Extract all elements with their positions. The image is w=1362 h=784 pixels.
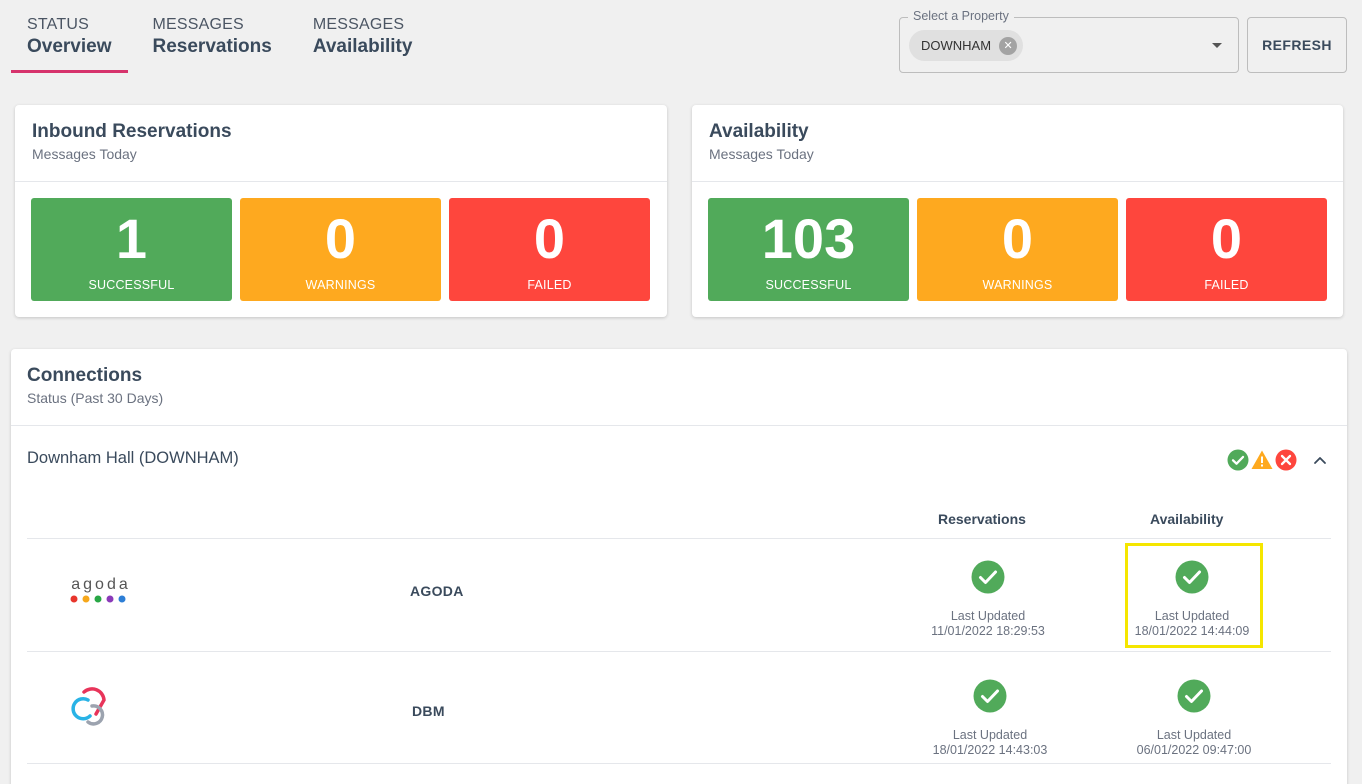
- stat-row: 1 SUCCESSFUL 0 WARNINGS 0 FAILED: [31, 198, 650, 301]
- property-select-label: Select a Property: [908, 9, 1014, 23]
- tab-messages-reservations[interactable]: MESSAGES Reservations: [137, 0, 288, 73]
- stat-value: 0: [324, 207, 357, 270]
- card-header: Availability Messages Today: [692, 105, 1343, 182]
- last-updated-time: 06/01/2022 09:47:00: [1136, 743, 1252, 757]
- stat-label: SUCCESSFUL: [88, 278, 175, 292]
- stat-successful[interactable]: 103 SUCCESSFUL: [708, 198, 909, 301]
- channel-name: DBM: [412, 703, 445, 719]
- last-updated: Last Updated 06/01/2022 09:47:00: [1114, 728, 1274, 758]
- card-title: Availability: [709, 121, 809, 142]
- last-updated: Last Updated 11/01/2022 18:29:53: [908, 609, 1068, 639]
- last-updated-label: Last Updated: [1156, 728, 1232, 742]
- stat-failed[interactable]: 0 FAILED: [1126, 198, 1327, 301]
- success-icon: [1227, 449, 1249, 471]
- tab-status-overview[interactable]: STATUS Overview: [11, 0, 128, 73]
- stat-row: 103 SUCCESSFUL 0 WARNINGS 0 FAILED: [708, 198, 1327, 301]
- row-divider: [27, 651, 1331, 652]
- agoda-dots-icon: [70, 595, 126, 603]
- last-updated: Last Updated 18/01/2022 14:43:03: [910, 728, 1070, 758]
- stat-label: FAILED: [1204, 278, 1249, 292]
- row-divider: [27, 538, 1331, 539]
- stat-value: 0: [1210, 207, 1243, 270]
- last-updated-label: Last Updated: [952, 728, 1028, 742]
- reservations-summary-card: Inbound Reservations Messages Today 1 SU…: [15, 105, 667, 317]
- reservations-success-icon: [973, 679, 1007, 713]
- availability-summary-card: Availability Messages Today 103 SUCCESSF…: [692, 105, 1343, 317]
- stat-value: 0: [1001, 207, 1034, 270]
- stat-label: WARNINGS: [305, 278, 376, 292]
- status-summary: [1227, 449, 1331, 471]
- tab-label: Availability: [312, 36, 413, 57]
- property-select[interactable]: Select a Property DOWNHAM ✕: [899, 9, 1239, 73]
- property-name: Downham Hall (DOWNHAM): [27, 449, 239, 467]
- error-icon: [1275, 449, 1297, 471]
- tab-messages-availability[interactable]: MESSAGES Availability: [297, 0, 429, 73]
- property-chip-label: DOWNHAM: [921, 38, 992, 53]
- card-subtitle: Status (Past 30 Days): [27, 390, 164, 406]
- stat-label: WARNINGS: [982, 278, 1053, 292]
- tab-label: Reservations: [152, 36, 272, 57]
- card-subtitle: Messages Today: [32, 146, 137, 162]
- stat-warnings[interactable]: 0 WARNINGS: [917, 198, 1118, 301]
- card-header: Inbound Reservations Messages Today: [15, 105, 667, 182]
- column-header-availability: Availability: [1150, 511, 1224, 527]
- last-updated-label: Last Updated: [950, 609, 1026, 623]
- tab-bar: STATUS Overview MESSAGES Reservations ME…: [11, 0, 428, 73]
- dropdown-arrow-icon[interactable]: [1212, 43, 1222, 48]
- card-title: Connections: [27, 365, 143, 386]
- stat-label: FAILED: [527, 278, 572, 292]
- stat-label: SUCCESSFUL: [765, 278, 852, 292]
- tab-label: Overview: [27, 36, 112, 57]
- agoda-logo: agoda: [70, 577, 132, 603]
- refresh-button[interactable]: REFRESH: [1247, 17, 1347, 73]
- warning-icon: [1251, 450, 1273, 469]
- highlight-box: [1125, 543, 1263, 648]
- agoda-logo-text: agoda: [71, 576, 131, 593]
- stat-failed[interactable]: 0 FAILED: [449, 198, 650, 301]
- row-divider: [27, 763, 1331, 764]
- stat-value: 1: [115, 207, 148, 270]
- dbm-logo: [71, 687, 106, 726]
- last-updated-time: 11/01/2022 18:29:53: [931, 624, 1045, 638]
- card-subtitle: Messages Today: [709, 146, 814, 162]
- reservations-success-icon: [971, 560, 1005, 594]
- tab-category: MESSAGES: [312, 16, 405, 33]
- tab-category: STATUS: [27, 16, 89, 33]
- property-accordion-header[interactable]: Downham Hall (DOWNHAM): [27, 449, 1331, 473]
- connections-card: Connections Status (Past 30 Days) Downha…: [11, 349, 1347, 784]
- stat-value: 0: [533, 207, 566, 270]
- card-title: Inbound Reservations: [32, 121, 232, 142]
- stat-value: 103: [761, 207, 856, 270]
- chevron-up-icon[interactable]: [1309, 449, 1331, 471]
- stat-successful[interactable]: 1 SUCCESSFUL: [31, 198, 232, 301]
- property-chip: DOWNHAM ✕: [909, 30, 1024, 61]
- availability-success-icon: [1177, 679, 1211, 713]
- column-header-reservations: Reservations: [938, 511, 1026, 527]
- tab-category: MESSAGES: [152, 16, 244, 33]
- channel-name: AGODA: [410, 583, 464, 599]
- chip-remove-icon[interactable]: ✕: [999, 36, 1018, 55]
- last-updated-time: 18/01/2022 14:43:03: [932, 743, 1048, 757]
- card-header: Connections Status (Past 30 Days): [11, 349, 1347, 426]
- stat-warnings[interactable]: 0 WARNINGS: [240, 198, 441, 301]
